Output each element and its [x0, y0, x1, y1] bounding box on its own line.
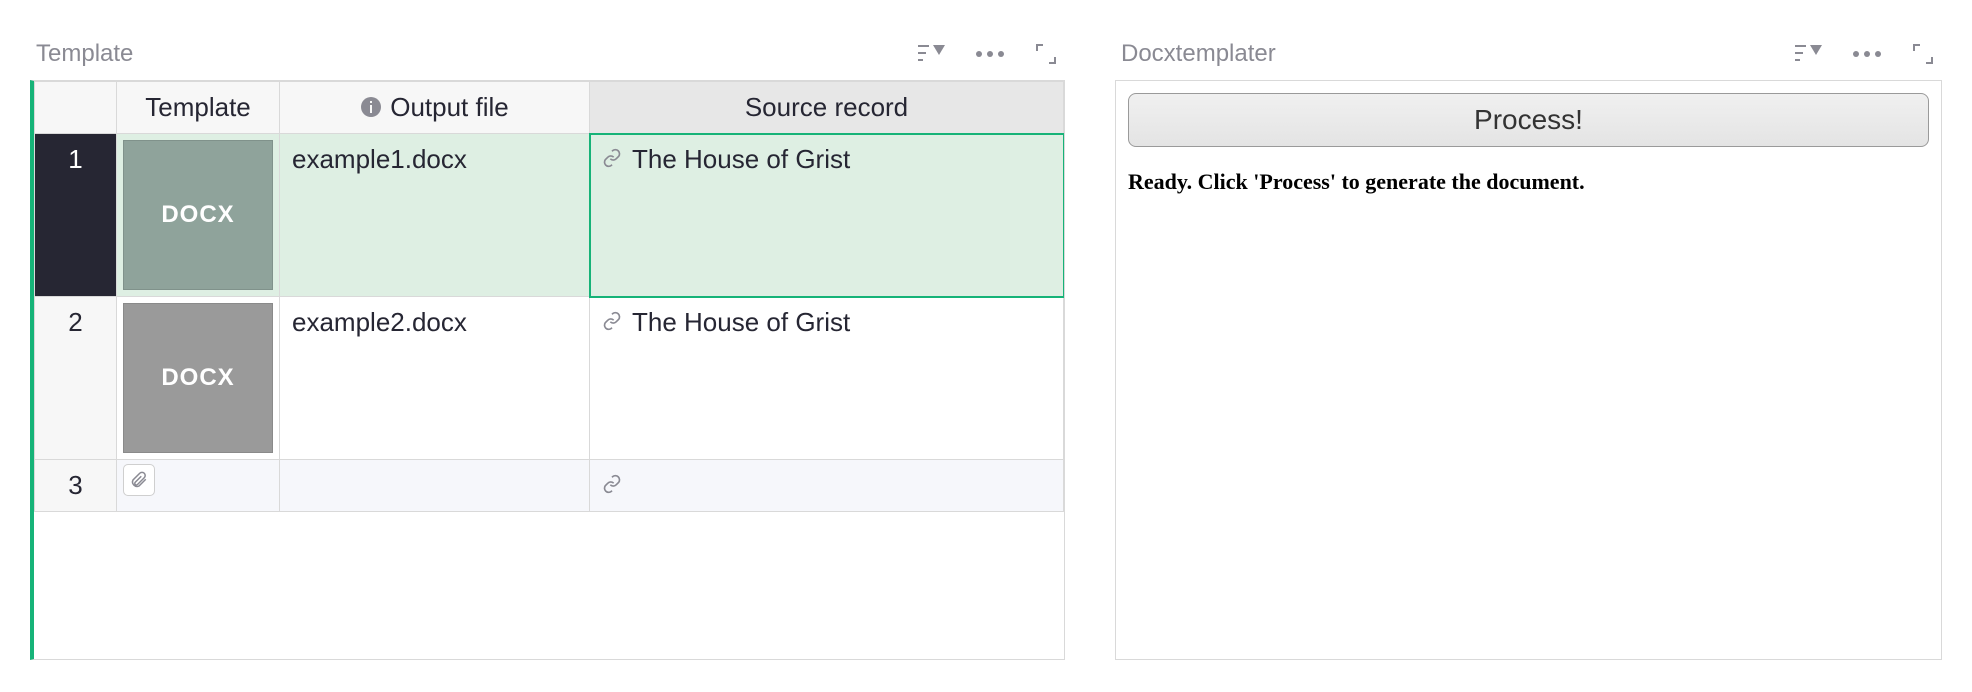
- table-row[interactable]: 1 DOCX example1.docx: [35, 134, 1064, 297]
- status-message: Ready. Click 'Process' to generate the d…: [1128, 169, 1929, 195]
- template-panel: Template: [30, 40, 1065, 662]
- row-number[interactable]: 2: [35, 297, 117, 460]
- process-button[interactable]: Process!: [1128, 93, 1929, 147]
- docxtemplater-panel: Docxtemplater Process: [1115, 40, 1942, 662]
- source-record-cell[interactable]: [590, 460, 1064, 512]
- sort-filter-icon[interactable]: [1792, 41, 1824, 67]
- template-table[interactable]: Template Output file Source record 1: [30, 80, 1065, 660]
- docx-thumb-icon: DOCX: [123, 140, 273, 290]
- info-icon: [360, 96, 382, 118]
- docx-thumb-icon: DOCX: [123, 303, 273, 453]
- table-row[interactable]: 2 DOCX example2.docx: [35, 297, 1064, 460]
- row-number[interactable]: 3: [35, 460, 117, 512]
- docxtemplater-panel-title: Docxtemplater: [1121, 40, 1792, 68]
- docxtemplater-panel-header: Docxtemplater: [1115, 40, 1942, 80]
- template-attachment-cell[interactable]: DOCX: [117, 134, 280, 297]
- output-file-cell[interactable]: example2.docx: [280, 297, 590, 460]
- column-header-template[interactable]: Template: [117, 82, 280, 134]
- source-record-cell[interactable]: The House of Grist: [590, 297, 1064, 460]
- link-icon: [602, 311, 622, 331]
- more-menu-icon[interactable]: [1850, 48, 1884, 60]
- row-number[interactable]: 1: [35, 134, 117, 297]
- column-header-output-file[interactable]: Output file: [280, 82, 590, 134]
- column-header-source-record[interactable]: Source record: [590, 82, 1064, 134]
- sort-filter-icon[interactable]: [915, 41, 947, 67]
- source-record-cell[interactable]: The House of Grist: [590, 134, 1064, 297]
- output-file-cell[interactable]: [280, 460, 590, 512]
- template-panel-title: Template: [36, 40, 915, 68]
- template-attachment-cell[interactable]: DOCX: [117, 297, 280, 460]
- attachment-icon[interactable]: [123, 464, 155, 496]
- link-icon: [602, 474, 622, 494]
- output-file-cell[interactable]: example1.docx: [280, 134, 590, 297]
- expand-icon[interactable]: [1910, 41, 1936, 67]
- link-icon: [602, 148, 622, 168]
- new-row[interactable]: 3: [35, 460, 1064, 512]
- expand-icon[interactable]: [1033, 41, 1059, 67]
- template-panel-header: Template: [30, 40, 1065, 80]
- more-menu-icon[interactable]: [973, 48, 1007, 60]
- rownum-header: [35, 82, 117, 134]
- docxtemplater-widget: Process! Ready. Click 'Process' to gener…: [1115, 80, 1942, 660]
- template-attachment-cell[interactable]: [117, 460, 280, 512]
